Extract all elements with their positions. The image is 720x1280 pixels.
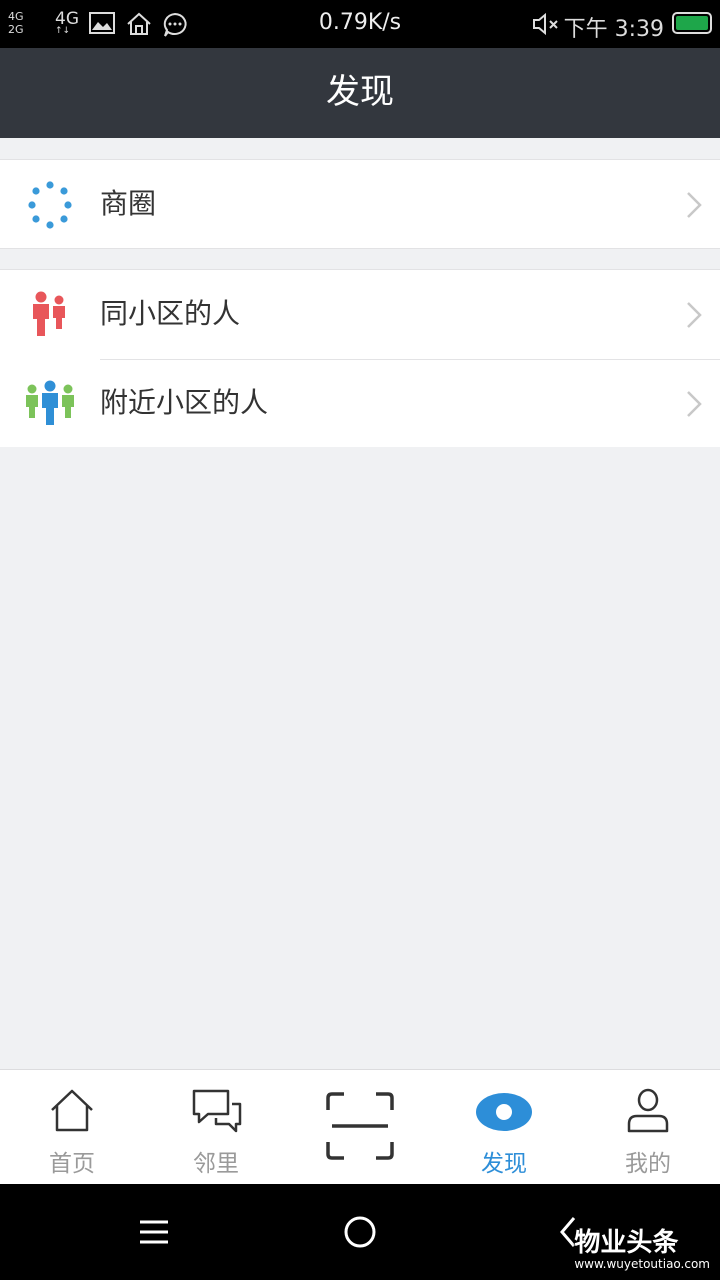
tab-home-label: 首页 (49, 1151, 95, 1177)
business-circle-label: 商圈 (100, 187, 157, 220)
home-icon (51, 1089, 93, 1132)
status-bar: 4G 2G 4G ↑↓ 0.79K/s 下午 3:39 (0, 0, 720, 48)
same-community-people-item[interactable]: 同小区的人 (0, 270, 720, 360)
tab-mine[interactable]: 我的 (576, 1070, 720, 1185)
business-circle-item[interactable]: 商圈 (0, 160, 720, 249)
same-community-people-label: 同小区的人 (100, 297, 241, 330)
tab-discover-label: 发现 (481, 1151, 527, 1177)
eye-icon (476, 1093, 532, 1131)
tab-neighbors[interactable]: 邻里 (144, 1070, 288, 1185)
user-icon (627, 1088, 669, 1133)
watermark-text: 物业头条 (574, 1228, 679, 1258)
tab-neighbors-label: 邻里 (193, 1151, 239, 1177)
tab-mine-label: 我的 (625, 1151, 671, 1177)
nearby-community-people-label: 附近小区的人 (100, 386, 269, 419)
chat-icon (192, 1089, 242, 1133)
nearby-community-people-item[interactable]: 附近小区的人 (0, 359, 720, 448)
chevron-right-icon (687, 391, 702, 417)
tab-scan[interactable] (288, 1070, 432, 1185)
bottom-tab-bar: 首页 邻里 发现 我的 (0, 1069, 720, 1184)
watermark-sub: www.wuyetoutiao.com (574, 1257, 710, 1271)
business-circle-icon (28, 181, 72, 229)
same-community-people-icon (33, 291, 65, 336)
watermark: 物业头条 www.wuyetoutiao.com (574, 1228, 710, 1270)
scan-icon (326, 1092, 394, 1160)
header-bar: 发现 (0, 48, 720, 138)
menu-icon[interactable] (130, 1208, 178, 1256)
nearby-community-people-icon (26, 380, 74, 425)
clock: 下午 3:39 (563, 17, 664, 42)
home-button-icon[interactable] (336, 1208, 384, 1256)
chevron-right-icon (687, 302, 702, 328)
page-title: 发现 (326, 72, 394, 112)
tab-discover[interactable]: 发现 (432, 1070, 576, 1185)
menu-group-business: 商圈 (0, 159, 720, 249)
mute-icon (533, 12, 558, 36)
chevron-right-icon (687, 192, 702, 218)
tab-home[interactable]: 首页 (0, 1070, 144, 1185)
battery-icon (672, 12, 712, 34)
menu-group-people: 同小区的人 附近小区的人 (0, 269, 720, 447)
